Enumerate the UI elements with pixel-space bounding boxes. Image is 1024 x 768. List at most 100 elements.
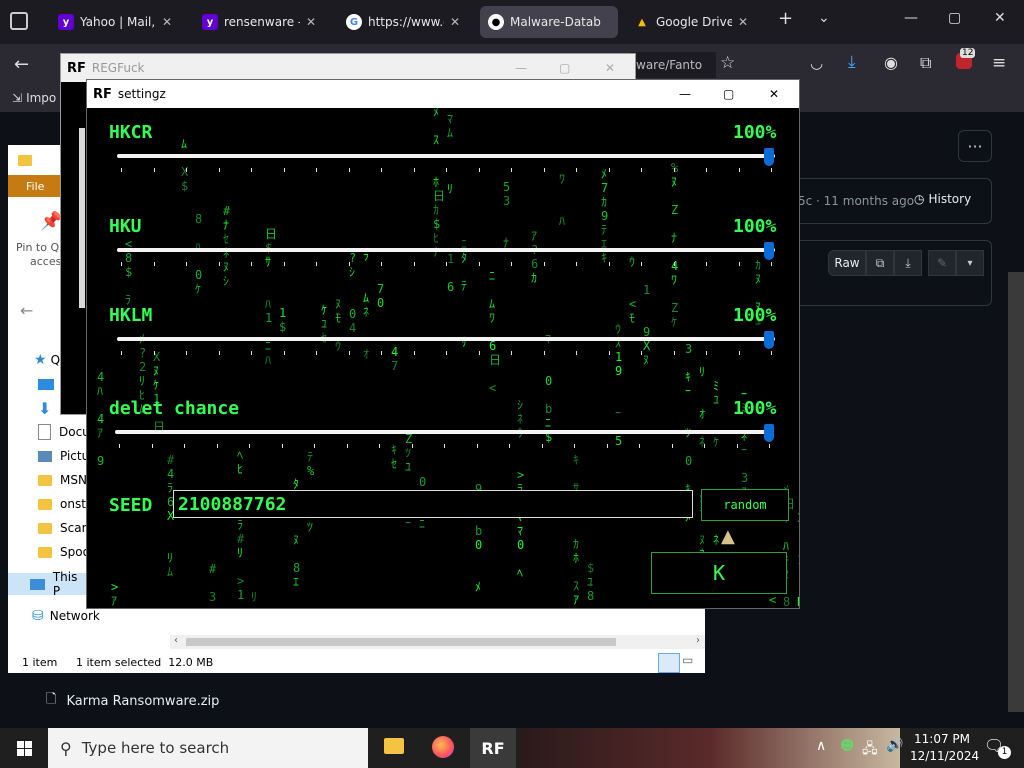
slider-track-hklm[interactable] xyxy=(117,337,775,341)
volume-icon[interactable]: 🔊 xyxy=(886,737,903,753)
sidebar-item-this-pc[interactable]: This P xyxy=(8,570,88,598)
close-icon[interactable]: ✕ xyxy=(769,87,779,101)
svg-text:1: 1 xyxy=(797,553,799,567)
minimize-icon[interactable]: — xyxy=(679,87,691,101)
sidebar-item-pictures[interactable]: Pictu xyxy=(38,445,89,467)
details-view-icon[interactable] xyxy=(658,653,680,673)
edit-icon[interactable]: ✎ xyxy=(928,250,956,276)
raw-button[interactable]: Raw xyxy=(828,250,866,276)
back-arrow-icon[interactable]: ← xyxy=(20,301,33,320)
people-icon[interactable]: ☻ xyxy=(840,738,855,754)
show-hidden-icons[interactable]: ∧ xyxy=(816,738,826,754)
start-button[interactable] xyxy=(0,728,48,768)
minimize-icon[interactable]: — xyxy=(904,10,918,26)
tab-google[interactable]: G https://www.go ✕ xyxy=(338,6,468,38)
settingz-titlebar[interactable]: RF settingz — ▢ ✕ xyxy=(87,80,799,108)
svg-text:0: 0 xyxy=(349,307,356,321)
svg-text:1: 1 xyxy=(237,588,244,602)
sidebar-item-onst[interactable]: onst xyxy=(38,493,86,515)
desktop-icon xyxy=(38,378,54,390)
sidebar-item-msn[interactable]: MSN xyxy=(38,469,87,491)
svg-text:8: 8 xyxy=(587,589,594,603)
extensions-icon[interactable]: ⧉ xyxy=(920,53,931,73)
quick-access-item[interactable]: ★ Q xyxy=(34,349,60,371)
maximize-icon[interactable]: ▢ xyxy=(559,61,570,75)
sidebar-item-documents[interactable]: Docu xyxy=(38,421,90,443)
minimize-icon[interactable]: — xyxy=(515,61,527,75)
maximize-icon[interactable]: ▢ xyxy=(723,87,734,101)
chevron-down-icon[interactable]: ▾ xyxy=(956,250,984,276)
close-icon[interactable]: ✕ xyxy=(605,61,615,75)
random-button[interactable]: random xyxy=(701,489,789,521)
scrollbar-thumb[interactable] xyxy=(186,638,616,646)
svg-text:ﾕ: ﾕ xyxy=(321,317,327,331)
slider-thumb-hklm[interactable] xyxy=(764,331,774,349)
regfuck-titlebar[interactable]: RF REGFuck — ▢ ✕ xyxy=(61,54,635,82)
extension-badge: 12 xyxy=(960,48,976,58)
slider-thumb-hku[interactable] xyxy=(764,242,774,260)
file-icon: 🗋 xyxy=(46,692,57,707)
window-title: REGFuck xyxy=(91,61,145,75)
svg-text:ﾃ: ﾃ xyxy=(307,450,313,464)
svg-text:ﾓ: ﾓ xyxy=(629,311,635,325)
slider-track-delet-chance[interactable] xyxy=(115,430,773,434)
scroll-right-icon[interactable]: › xyxy=(696,635,700,646)
import-bookmark[interactable]: ⇲ Impo xyxy=(12,91,56,105)
scroll-left-icon[interactable]: ‹ xyxy=(174,635,178,646)
url-bar[interactable]: ware/Fanto xyxy=(630,52,716,78)
slider-track-hkcr[interactable] xyxy=(117,154,775,158)
taskbar-search[interactable]: ⚲ Type here to search xyxy=(48,728,368,768)
file-row[interactable]: 🗋 Karma Ransomware.zip xyxy=(46,690,219,712)
download-icon[interactable]: ⤓ xyxy=(848,52,856,72)
network-tray-icon[interactable]: 🖧 xyxy=(862,738,878,762)
svg-text:#: # xyxy=(209,562,217,576)
download-raw-icon[interactable]: ⤓ xyxy=(894,250,922,276)
account-icon[interactable]: ◉ xyxy=(884,53,898,72)
history-button[interactable]: ◷ History xyxy=(914,192,971,206)
new-tab-icon[interactable]: + xyxy=(778,8,793,29)
slider-track-hku[interactable] xyxy=(117,248,775,252)
svg-text:ｵ: ｵ xyxy=(699,407,705,421)
menu-icon[interactable]: ≡ xyxy=(992,53,1006,73)
star-icon[interactable]: ☆ xyxy=(720,53,735,73)
maximize-icon[interactable]: ▢ xyxy=(948,10,961,26)
ok-button[interactable]: K xyxy=(651,552,787,594)
tab-overview-icon[interactable] xyxy=(10,12,28,30)
more-options-button[interactable]: ··· xyxy=(958,130,992,162)
close-icon[interactable]: ✕ xyxy=(306,15,316,29)
close-icon[interactable]: ✕ xyxy=(450,15,460,29)
chevron-down-icon[interactable]: ⌄ xyxy=(818,10,830,26)
page-scrollbar[interactable] xyxy=(1008,272,1024,712)
seed-input[interactable] xyxy=(173,490,693,518)
slider-label-hku: HKU xyxy=(109,216,142,237)
clock-time[interactable]: 11:07 PM xyxy=(914,732,970,746)
tab-google-drive[interactable]: ▲ Google Drive - W ✕ xyxy=(626,6,756,38)
downloads-item[interactable]: ⬇ xyxy=(38,397,51,419)
svg-text:b: b xyxy=(545,402,552,416)
copy-icon[interactable]: ⧉ xyxy=(866,250,894,276)
tab-rensenware[interactable]: y rensenware - Yah ✕ xyxy=(194,6,324,38)
regfuck-taskbar-icon[interactable]: RF xyxy=(470,728,516,768)
sidebar-item-spoo[interactable]: Spoo xyxy=(38,541,90,563)
pin-label[interactable]: Pin to Qu xyxy=(16,241,66,254)
desktop-item[interactable] xyxy=(38,373,54,395)
firefox-icon[interactable] xyxy=(432,736,454,758)
horizontal-scrollbar[interactable]: ‹ › xyxy=(170,635,705,649)
clock-date[interactable]: 12/11/2024 xyxy=(910,749,979,763)
pocket-icon[interactable]: ◡ xyxy=(810,54,823,72)
svg-text:7: 7 xyxy=(377,282,384,296)
close-icon[interactable]: ✕ xyxy=(738,15,748,29)
close-icon[interactable]: ✕ xyxy=(162,15,172,29)
tab-malware-database[interactable]: ● Malware-Datab xyxy=(480,6,618,38)
slider-thumb-delet-chance[interactable] xyxy=(764,424,774,442)
slider-thumb-hkcr[interactable] xyxy=(764,148,774,166)
close-icon[interactable]: ✕ xyxy=(994,10,1006,26)
svg-text:ﾈ: ﾈ xyxy=(363,305,369,319)
file-explorer-taskbar-icon[interactable] xyxy=(384,738,404,754)
large-icons-view-icon[interactable]: ▭ xyxy=(682,653,700,671)
file-tab[interactable]: File xyxy=(8,175,64,197)
svg-text:0: 0 xyxy=(517,538,524,552)
back-arrow-icon[interactable]: ← xyxy=(14,54,29,75)
tab-yahoo-mail[interactable]: y Yahoo | Mail, We ✕ xyxy=(50,6,180,38)
svg-text:ｰ: ｰ xyxy=(405,516,411,530)
